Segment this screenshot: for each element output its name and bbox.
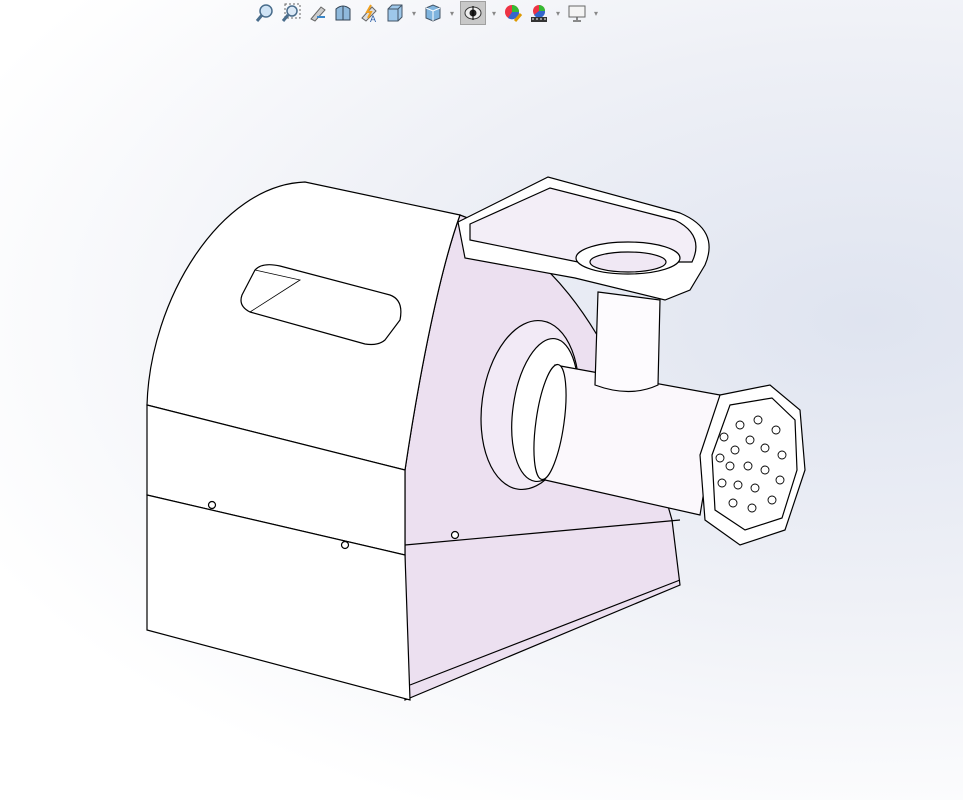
screw <box>207 500 217 510</box>
hopper-neck <box>594 291 661 393</box>
graphics-area[interactable] <box>0 0 963 800</box>
meat-grinder-model <box>146 176 806 701</box>
screw <box>340 540 350 550</box>
screw <box>450 530 460 540</box>
